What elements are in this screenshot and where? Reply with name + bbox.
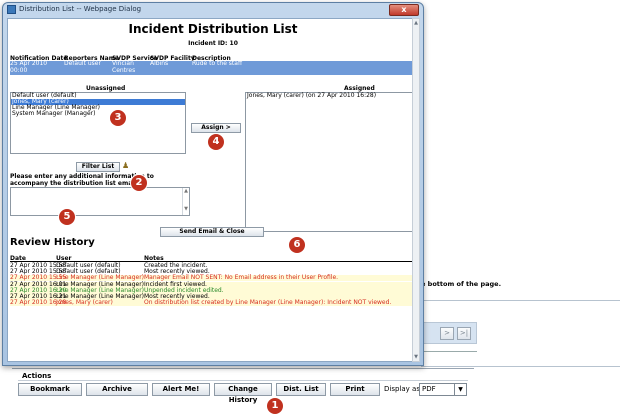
annotation-marker-4: 4	[208, 134, 224, 150]
scroll-down-icon[interactable]: ▼	[413, 353, 419, 361]
display-format-value: PDF	[422, 385, 436, 393]
annotation-marker-1: 1	[267, 398, 283, 414]
page-title: Incident Distribution List	[128, 22, 298, 36]
dialog-titlebar: Distribution List -- Webpage Dialog x	[3, 3, 423, 17]
annotation-marker-6: 6	[289, 237, 305, 253]
unassigned-list[interactable]: Default user (default) Jones, Mary (care…	[10, 92, 186, 154]
actions-panel: Actions Bookmark Archive Alert Me! Chang…	[12, 368, 474, 408]
notification-date: 25 Apr 2010 00:00	[10, 60, 48, 74]
annotation-marker-3: 3	[110, 110, 126, 126]
page-hint-text: e bottom of the page.	[421, 280, 502, 288]
list-item[interactable]: Jones, Mary (carer) (on 27 Apr 2010 16:2…	[246, 93, 415, 99]
annotation-marker-5: 5	[59, 209, 75, 225]
svdp-facility: Albins	[150, 60, 169, 67]
display-format-select[interactable]: PDF ▼	[419, 383, 467, 396]
scroll-up-icon[interactable]: ▲	[413, 19, 419, 27]
reporter-name: Default user	[64, 60, 101, 67]
filter-list-button[interactable]: Filter List	[76, 162, 120, 172]
review-user: Jones, Mary (carer)	[56, 299, 113, 307]
notification-row[interactable]: 25 Apr 2010 00:00 Default user Vincian C…	[10, 60, 414, 75]
dist-list-button[interactable]: Dist. List	[276, 383, 326, 396]
review-history-title: Review History	[10, 237, 95, 248]
dialog-title: Distribution List -- Webpage Dialog	[19, 5, 142, 13]
email-instructions-label: Please enter any additional information …	[10, 173, 154, 187]
bookmark-button[interactable]: Bookmark	[18, 383, 82, 396]
change-history-button[interactable]: Change History	[214, 383, 272, 404]
archive-button[interactable]: Archive	[86, 383, 148, 396]
table-row: 27 Apr 2010 16:28 Jones, Mary (carer) On d…	[10, 299, 414, 307]
review-note: On distribution list created by Line Man…	[144, 299, 392, 307]
assigned-header: Assigned	[344, 85, 375, 92]
dialog-content: Incident Distribution List Incident ID: …	[7, 18, 417, 362]
alert-me-button[interactable]: Alert Me!	[152, 383, 210, 396]
assigned-list[interactable]: Jones, Mary (carer) (on 27 Apr 2010 16:2…	[245, 92, 416, 232]
annotation-marker-2: 2	[131, 175, 147, 191]
close-button[interactable]: x	[389, 4, 419, 16]
dialog-scrollbar[interactable]: ▲ ▼	[412, 18, 420, 362]
chevron-down-icon[interactable]: ▼	[454, 384, 466, 395]
last-page-button[interactable]: >|	[457, 327, 471, 340]
next-page-button[interactable]: >	[440, 327, 454, 340]
send-email-close-button[interactable]: Send Email & Close	[160, 227, 264, 237]
description: Rude to the staff	[192, 60, 243, 67]
assign-button[interactable]: Assign >	[191, 123, 241, 133]
list-item[interactable]: System Manager (Manager)	[11, 111, 185, 117]
window-icon	[7, 5, 16, 14]
email-message-field[interactable]: ▲ ▼	[10, 187, 190, 216]
svdp-service: Vincian Centres	[112, 60, 136, 74]
textarea-scrollbar[interactable]: ▲ ▼	[182, 188, 189, 215]
incident-id: Incident ID: 10	[188, 40, 238, 47]
distribution-list-dialog: Distribution List -- Webpage Dialog x In…	[2, 2, 424, 366]
print-button[interactable]: Print	[330, 383, 380, 396]
divider	[421, 351, 477, 352]
user-icon[interactable]: ♟	[122, 161, 129, 170]
display-as-label: Display as:	[384, 385, 423, 393]
actions-title: Actions	[22, 372, 52, 380]
unassigned-header: Unassigned	[86, 85, 126, 92]
divider	[18, 380, 468, 381]
